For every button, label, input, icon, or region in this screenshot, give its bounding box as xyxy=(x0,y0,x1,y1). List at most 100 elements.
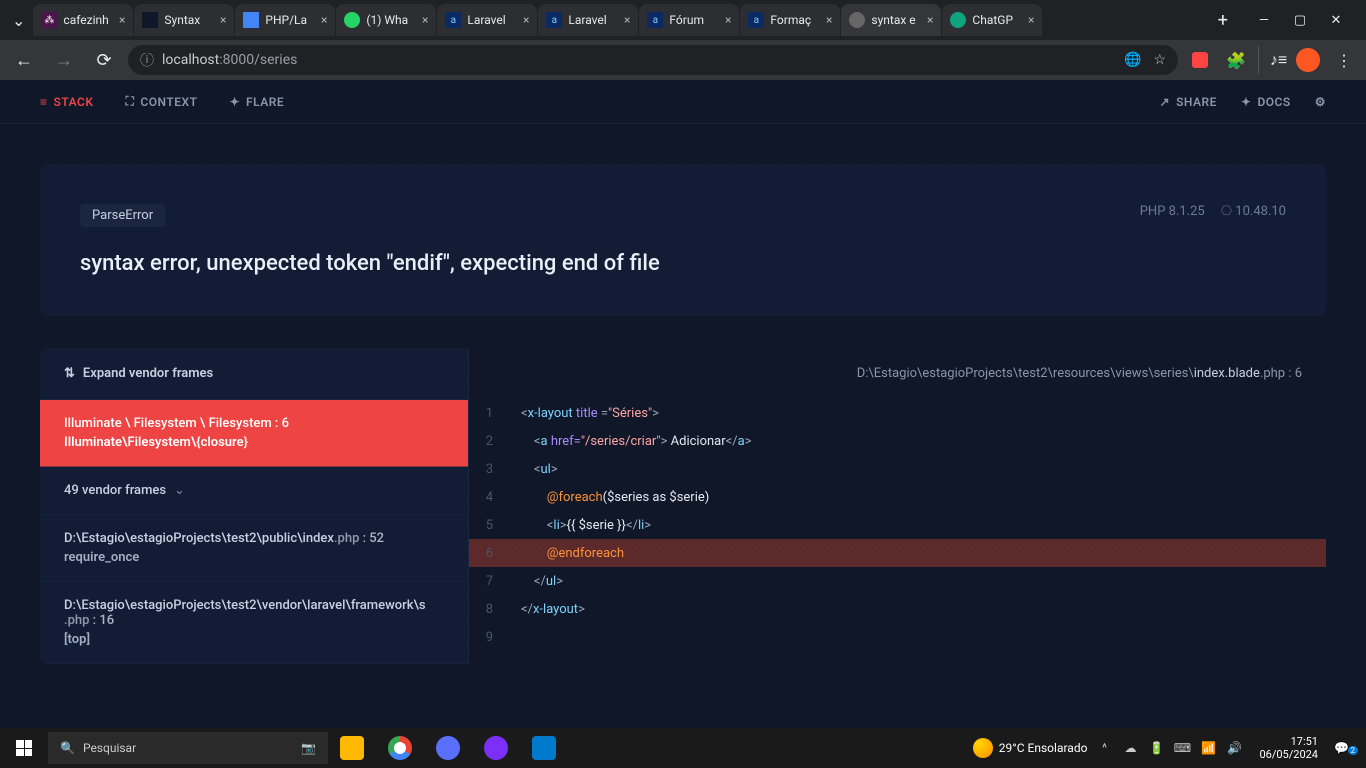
close-icon[interactable]: × xyxy=(422,13,428,27)
tab-title: Laravel xyxy=(568,13,620,27)
toolbar-icons: 🧩 ♪≡ ⋮ xyxy=(1186,46,1358,74)
frame-vendor-laravel[interactable]: D:\Estagio\estagioProjects\test2\vendor\… xyxy=(40,582,468,664)
extensions-icon[interactable]: 🧩 xyxy=(1222,46,1250,74)
tab-whatsapp[interactable]: (1) Wha× xyxy=(336,4,436,36)
tab-alura-laravel2[interactable]: aLaravel× xyxy=(538,4,638,36)
bookmark-icon[interactable]: ☆ xyxy=(1153,52,1166,68)
error-type-badge: ParseError xyxy=(80,204,165,227)
taskbar-search[interactable]: 🔍 Pesquisar 📷 xyxy=(48,732,328,764)
code-line: 7 </ul> xyxy=(469,567,1326,595)
vendor-label: 49 vendor frames xyxy=(64,483,166,498)
tab-slack[interactable]: ⁂cafezinh× xyxy=(33,4,133,36)
nav-flare[interactable]: ✦FLARE xyxy=(229,95,284,109)
taskbar-clock[interactable]: 17:5106/05/2024 xyxy=(1251,735,1326,761)
tab-alura-laravel1[interactable]: aLaravel× xyxy=(437,4,537,36)
extension-adblock-icon[interactable] xyxy=(1186,46,1214,74)
nav-stack[interactable]: ≡STACK xyxy=(40,95,94,109)
settings-button[interactable]: ⚙ xyxy=(1315,95,1326,109)
close-window-button[interactable]: ✕ xyxy=(1322,13,1350,28)
notifications-button[interactable]: 💬2 xyxy=(1334,741,1358,755)
url-path: /series xyxy=(254,52,297,68)
line-number: 9 xyxy=(469,630,505,645)
taskbar-explorer[interactable] xyxy=(328,728,376,768)
taskbar-app-purple[interactable] xyxy=(472,728,520,768)
reload-button[interactable]: ⟳ xyxy=(88,44,120,76)
browser-toolbar: ← → ⟳ ⓘ localhost:8000/series 🌐 ☆ 🧩 ♪≡ ⋮ xyxy=(0,40,1366,80)
line-code: </ul> xyxy=(505,574,563,589)
translate-icon[interactable]: 🌐 xyxy=(1124,52,1141,68)
tab-syntax[interactable]: Syntax × xyxy=(134,4,234,36)
tabs-container: ⁂cafezinh× Syntax× PHP/La× (1) Wha× aLar… xyxy=(33,2,1207,38)
code-panel: D:\Estagio\estagioProjects\test2\resourc… xyxy=(468,348,1326,664)
expand-vendor-frames[interactable]: ⇅Expand vendor frames xyxy=(40,348,468,400)
address-bar[interactable]: ⓘ localhost:8000/series 🌐 ☆ xyxy=(128,45,1178,75)
menu-icon[interactable]: ⋮ xyxy=(1330,46,1358,74)
nav-share[interactable]: ↗SHARE xyxy=(1160,95,1217,109)
tab-title: Syntax xyxy=(164,13,216,27)
frame-public-index[interactable]: D:\Estagio\estagioProjects\test2\public\… xyxy=(40,515,468,582)
nav-docs[interactable]: ✦DOCS xyxy=(1241,95,1291,109)
close-icon[interactable]: × xyxy=(523,13,529,27)
close-icon[interactable]: × xyxy=(321,13,327,27)
search-icon: 🔍 xyxy=(60,741,75,755)
php-version: PHP 8.1.25 xyxy=(1140,204,1205,219)
media-control-icon[interactable]: ♪≡ xyxy=(1258,46,1286,74)
tab-chatgpt[interactable]: ChatGP× xyxy=(942,4,1042,36)
maximize-button[interactable]: ▢ xyxy=(1286,13,1314,28)
sun-icon xyxy=(973,738,993,758)
line-number: 2 xyxy=(469,434,505,449)
search-placeholder: Pesquisar xyxy=(83,741,136,755)
line-number: 3 xyxy=(469,462,505,477)
tray-chevron-icon[interactable]: ^ xyxy=(1095,741,1113,755)
taskbar-vscode[interactable] xyxy=(520,728,568,768)
tab-active-syntax-error[interactable]: syntax e× xyxy=(841,4,941,36)
taskbar-chrome[interactable] xyxy=(376,728,424,768)
close-icon[interactable]: × xyxy=(927,13,933,27)
minimize-button[interactable]: — xyxy=(1250,13,1278,28)
site-info-icon[interactable]: ⓘ xyxy=(140,50,154,70)
error-meta: PHP 8.1.25 ⎔ 10.48.10 xyxy=(1140,204,1286,219)
camera-icon[interactable]: 📷 xyxy=(301,741,316,755)
weather-widget[interactable]: 29°C Ensolarado xyxy=(973,738,1088,758)
close-icon[interactable]: × xyxy=(624,13,630,27)
tray-wifi-icon[interactable]: 📶 xyxy=(1199,741,1217,755)
tab-alura-forum[interactable]: aFórum× xyxy=(639,4,739,36)
browser-tab-strip: ⌄ ⁂cafezinh× Syntax× PHP/La× (1) Wha× aL… xyxy=(0,0,1366,40)
close-icon[interactable]: × xyxy=(725,13,731,27)
close-icon[interactable]: × xyxy=(1028,13,1034,27)
line-code: <x-layout title ="Séries"> xyxy=(505,406,659,421)
weather-text: 29°C Ensolarado xyxy=(999,741,1088,755)
stack-icon: ≡ xyxy=(40,95,48,109)
stack-split: ⇅Expand vendor frames Illuminate \ Files… xyxy=(40,348,1326,664)
url-port: :8000 xyxy=(219,52,254,68)
tab-docs[interactable]: PHP/La× xyxy=(235,4,335,36)
tray-battery-icon[interactable]: 🔋 xyxy=(1147,741,1165,755)
nav-context[interactable]: ⛶CONTEXT xyxy=(126,94,198,109)
close-icon[interactable]: × xyxy=(119,13,125,27)
nav-label: CONTEXT xyxy=(140,95,197,109)
back-button[interactable]: ← xyxy=(8,44,40,76)
nav-label: FLARE xyxy=(246,95,284,109)
close-icon[interactable]: × xyxy=(826,13,832,27)
tray-language-icon[interactable]: ⌨ xyxy=(1173,741,1191,755)
tab-title: cafezinh xyxy=(63,13,115,27)
tab-alura-formacao[interactable]: aFormaç× xyxy=(740,4,840,36)
chevron-down-icon: ⌄ xyxy=(174,483,185,498)
line-code: </x-layout> xyxy=(505,602,585,617)
tray-onedrive-icon[interactable]: ☁ xyxy=(1121,741,1139,755)
new-tab-button[interactable]: + xyxy=(1208,10,1238,31)
frame-vendor-collapsed[interactable]: 49 vendor frames ⌄ xyxy=(40,467,468,515)
expand-icon: ⇅ xyxy=(64,366,75,381)
tray-volume-icon[interactable]: 🔊 xyxy=(1225,741,1243,755)
close-icon[interactable]: × xyxy=(220,13,226,27)
frame-active[interactable]: Illuminate \ Filesystem \ Filesystem : 6… xyxy=(40,400,468,467)
clock-time: 17:51 xyxy=(1259,735,1318,748)
forward-button[interactable]: → xyxy=(48,44,80,76)
tab-title: Fórum xyxy=(669,13,721,27)
frame-sub: [top] xyxy=(64,632,444,647)
profile-avatar[interactable] xyxy=(1294,46,1322,74)
tab-search-dropdown[interactable]: ⌄ xyxy=(4,11,33,30)
start-button[interactable] xyxy=(0,728,48,768)
frame-sub: Illuminate\Filesystem\{closure} xyxy=(64,435,444,450)
taskbar-app-blue[interactable] xyxy=(424,728,472,768)
